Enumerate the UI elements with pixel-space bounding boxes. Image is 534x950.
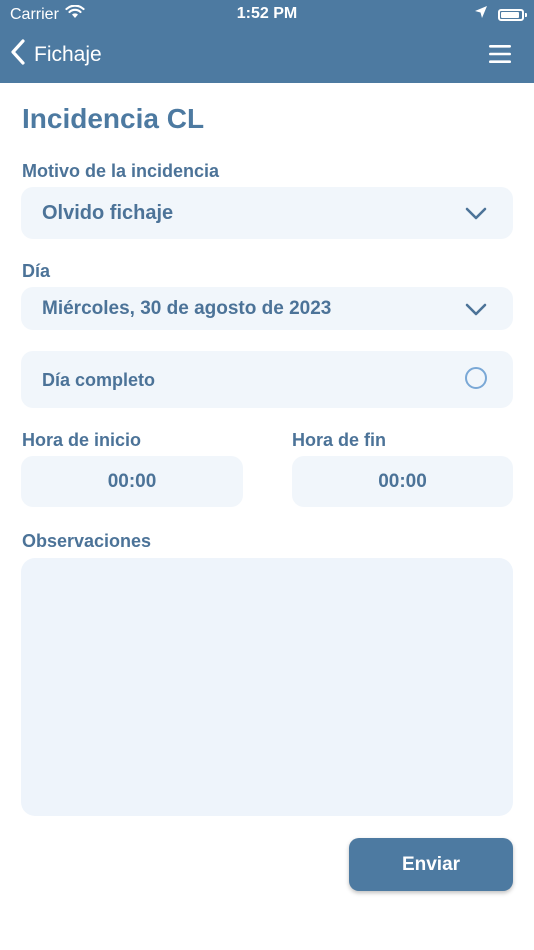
- dia-label: Día: [22, 261, 51, 281]
- dia-select[interactable]: Miércoles, 30 de agosto de 2023: [21, 287, 513, 330]
- status-right-group: [474, 5, 527, 24]
- hora-fin-field[interactable]: 00:00: [292, 456, 513, 507]
- hora-inicio-value: 00:00: [107, 471, 157, 492]
- hora-inicio-label: Hora de inicio: [22, 430, 142, 450]
- hora-fin-label: Hora de fin: [292, 430, 387, 450]
- observaciones-label: Observaciones: [22, 531, 152, 551]
- motivo-select[interactable]: Olvido fichaje: [21, 187, 513, 239]
- chevron-down-icon: [465, 303, 487, 322]
- enviar-button[interactable]: Enviar: [349, 838, 513, 891]
- dia-completo-radio[interactable]: [465, 367, 487, 389]
- motivo-label: Motivo de la incidencia: [22, 161, 220, 181]
- battery-icon: [498, 8, 527, 21]
- status-bar: Carrier 1:52 PM: [0, 0, 534, 28]
- app-header: Carrier 1:52 PM Fichaje: [0, 0, 534, 83]
- location-arrow-icon: [474, 5, 488, 24]
- observaciones-input[interactable]: [21, 558, 513, 816]
- hora-inicio-field[interactable]: 00:00: [21, 456, 243, 507]
- status-time: 1:52 PM: [236, 5, 298, 22]
- menu-button[interactable]: [488, 43, 512, 65]
- motivo-value: Olvido fichaje: [42, 202, 174, 224]
- chevron-left-icon: [10, 38, 26, 71]
- dia-value: Miércoles, 30 de agosto de 2023: [42, 298, 332, 319]
- dia-completo-row[interactable]: Día completo: [21, 351, 513, 408]
- back-button[interactable]: Fichaje: [10, 38, 102, 71]
- chevron-down-icon: [465, 207, 487, 226]
- dia-completo-label: Día completo: [42, 370, 156, 390]
- page-title: Incidencia CL: [22, 103, 205, 134]
- hora-fin-value: 00:00: [378, 471, 427, 492]
- back-button-label: Fichaje: [34, 42, 102, 66]
- nav-bar: Fichaje: [0, 30, 534, 80]
- hamburger-icon: [488, 45, 512, 69]
